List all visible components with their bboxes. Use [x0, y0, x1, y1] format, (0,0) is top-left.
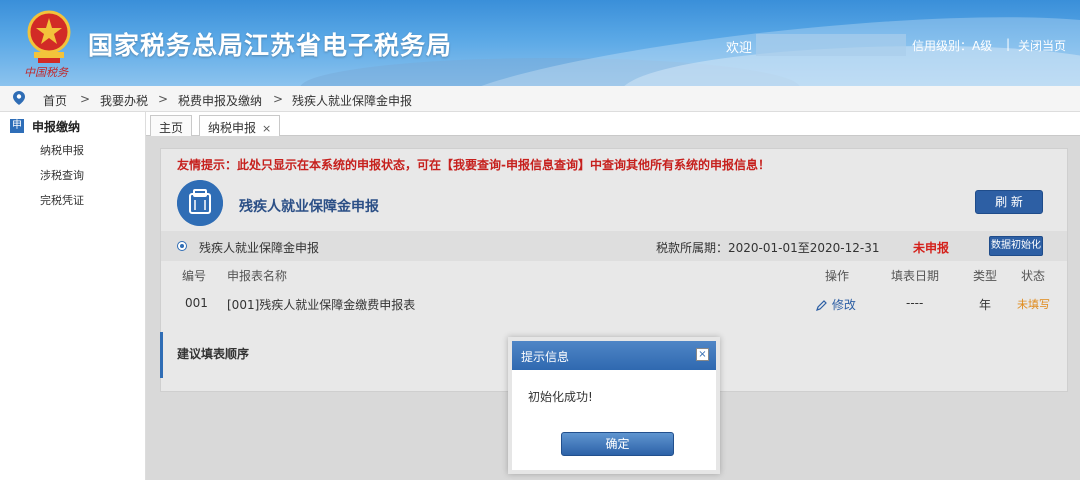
- tab-label: 主页: [159, 121, 184, 135]
- logo-script: 中国税务: [24, 66, 68, 79]
- header-separator: |: [1006, 37, 1011, 51]
- notice-text: 友情提示：此处只显示在本系统的申报状态，可在【我要查询-申报信息查询】中查询其他…: [177, 158, 770, 172]
- dialog-title: 提示信息: [521, 350, 570, 364]
- cell-id: 001: [185, 296, 208, 310]
- sidebar-item-tax-declaration[interactable]: 纳税申报: [40, 142, 84, 158]
- location-pin-icon: [13, 91, 25, 105]
- dialog-header: 提示信息 ×: [512, 341, 716, 370]
- cell-type: 年: [979, 298, 992, 312]
- username-redacted: [756, 34, 906, 56]
- breadcrumb-home[interactable]: 首页: [43, 92, 67, 109]
- form-document-icon: [177, 180, 223, 226]
- credit-level: 信用级别：A级: [912, 39, 993, 53]
- cell-status: 未填写: [1017, 298, 1050, 311]
- site-title: 国家税务总局江苏省电子税务局: [88, 31, 453, 60]
- declaration-row: 残疾人就业保障金申报 税款所属期：2020-01-01至2020-12-31 未…: [161, 231, 1067, 261]
- site-header: 中国税务 国家税务总局江苏省电子税务局 欢迎 信用级别：A级 | 关闭当页: [0, 0, 1080, 86]
- fill-order-title: 建议填表顺序: [177, 347, 250, 361]
- tab-home[interactable]: 主页: [150, 115, 193, 136]
- cell-form-name[interactable]: [001]残疾人就业保障金缴费申报表: [227, 296, 415, 313]
- tab-close-icon[interactable]: ×: [262, 122, 271, 135]
- column-header-status: 状态: [1021, 269, 1046, 283]
- sidebar-item-tax-query[interactable]: 涉税查询: [40, 167, 84, 183]
- cell-fill-date: ----: [906, 296, 924, 310]
- refresh-button[interactable]: 刷 新: [975, 190, 1043, 214]
- column-header-form-name: 申报表名称: [227, 269, 288, 283]
- close-icon[interactable]: ×: [696, 348, 709, 361]
- breadcrumb-tax-handling[interactable]: 我要办税: [100, 92, 148, 109]
- breadcrumb-separator: >: [273, 92, 284, 106]
- data-init-button[interactable]: 数据初始化: [989, 236, 1043, 256]
- breadcrumb-current: 残疾人就业保障金申报: [292, 94, 413, 108]
- column-header-id: 编号: [182, 269, 207, 283]
- edit-action[interactable]: 修改: [816, 296, 856, 313]
- tab-bar: 主页 纳税申报 ×: [146, 112, 1080, 136]
- breadcrumb-separator: >: [158, 92, 169, 106]
- breadcrumb-separator: >: [80, 92, 91, 106]
- column-header-action: 操作: [825, 269, 850, 283]
- pencil-icon: [816, 300, 827, 311]
- declaration-status: 未申报: [913, 241, 950, 255]
- breadcrumb: 首页 > 我要办税 > 税费申报及缴纳 > 残疾人就业保障金申报: [0, 86, 1080, 112]
- tax-emblem-icon: [27, 10, 71, 63]
- dialog-message: 初始化成功!: [528, 390, 593, 404]
- tab-label: 纳税申报: [208, 121, 257, 135]
- declaration-name: 残疾人就业保障金申报: [199, 241, 320, 255]
- declaration-radio[interactable]: [177, 241, 187, 251]
- tax-period: 税款所属期：2020-01-01至2020-12-31: [656, 241, 880, 255]
- ok-button[interactable]: 确定: [561, 432, 674, 456]
- tab-tax-declaration[interactable]: 纳税申报 ×: [199, 115, 281, 136]
- sidebar-heading-label: 申报缴纳: [32, 120, 81, 134]
- form-title: 残疾人就业保障金申报: [239, 199, 379, 215]
- declaration-icon: 申: [10, 119, 24, 133]
- edit-label: 修改: [831, 298, 856, 312]
- info-dialog: 提示信息 × 初始化成功! 确定: [508, 337, 720, 474]
- sidebar: 申 申报缴纳 纳税申报 涉税查询 完税凭证: [0, 112, 146, 480]
- breadcrumb-declaration[interactable]: 税费申报及缴纳: [178, 92, 262, 109]
- column-header-type: 类型: [973, 269, 998, 283]
- sidebar-item-tax-certificate[interactable]: 完税凭证: [40, 192, 84, 208]
- close-page-link[interactable]: 关闭当页: [1018, 37, 1066, 54]
- welcome-text: 欢迎: [726, 41, 753, 56]
- column-header-fill-date: 填表日期: [891, 269, 940, 283]
